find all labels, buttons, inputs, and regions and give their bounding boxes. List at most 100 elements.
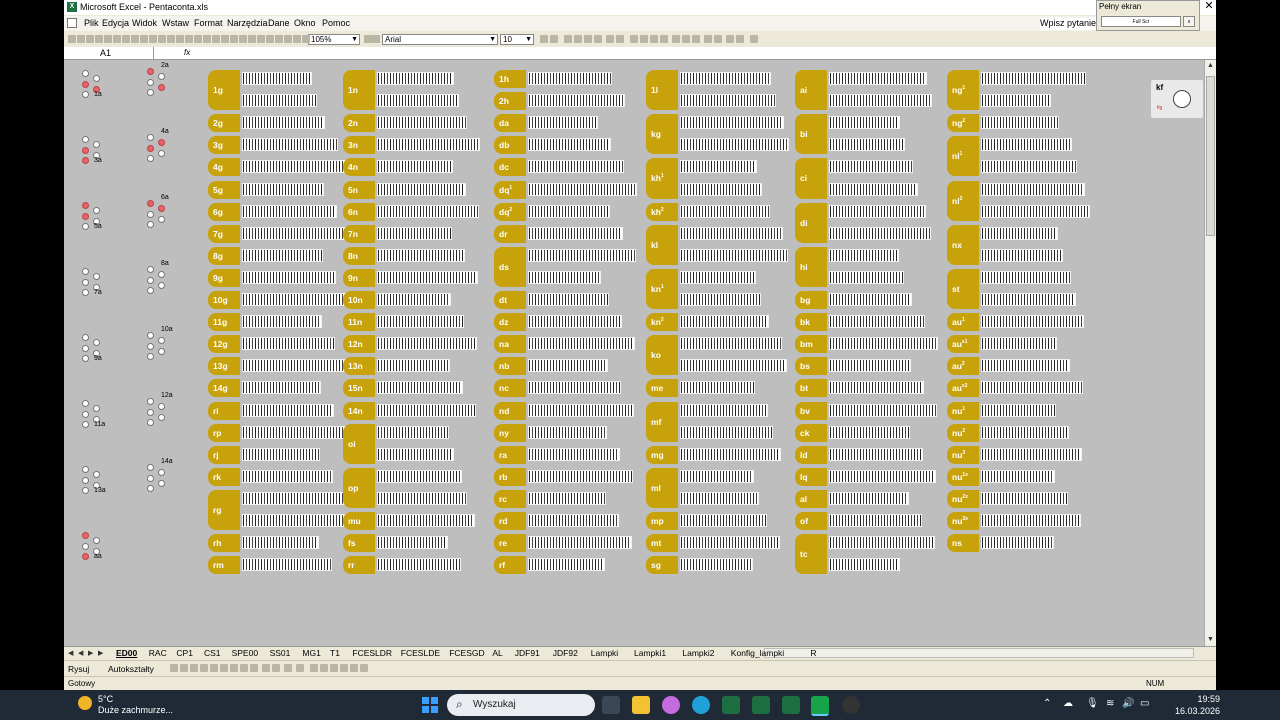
sheet-tab-al[interactable]: AL (492, 647, 502, 659)
route-button-2-16[interactable]: ra (494, 445, 526, 464)
sheet-tab-fcesldr[interactable]: FCESLDR (352, 647, 392, 659)
microphone-icon[interactable]: 🎙 (1086, 698, 1099, 709)
indicator-dot[interactable] (93, 339, 100, 347)
sheet-tab-t1[interactable]: T1 (330, 647, 340, 659)
route-button-5-13[interactable]: nu1x (947, 467, 979, 486)
toolbar-button-icon[interactable] (275, 35, 283, 43)
indicator-dot[interactable] (147, 474, 154, 482)
scroll-down-icon[interactable]: ▼ (1207, 636, 1214, 643)
route-button-5-8[interactable]: au2 (947, 357, 979, 376)
route-button-0-7[interactable]: 8g (208, 246, 240, 265)
toolbar-button-icon[interactable] (302, 35, 310, 43)
indicator-dot[interactable] (158, 281, 165, 289)
route-button-2-12[interactable]: nb (494, 357, 526, 376)
route-button-0-20[interactable]: rm (208, 556, 240, 575)
toolbar-button-icon[interactable] (131, 35, 139, 43)
zoom-combo[interactable]: 105% ▼ (308, 34, 360, 45)
route-button-4-15[interactable]: of (795, 512, 827, 531)
toolbar-button-icon[interactable] (616, 35, 624, 43)
drawing-tool-icon[interactable] (200, 664, 208, 672)
toolbar-button-icon[interactable] (630, 35, 638, 43)
route-button-3-5[interactable]: kn1 (646, 268, 678, 310)
toolbar-button-icon[interactable] (540, 35, 548, 43)
route-button-3-1[interactable]: kg (646, 114, 678, 155)
tab-prev-icon[interactable]: ◀ (78, 649, 83, 657)
indicator-dot[interactable] (158, 73, 165, 81)
drawing-tool-icon[interactable] (262, 664, 270, 672)
route-button-3-13[interactable]: mt (646, 534, 678, 553)
toolbar-button-icon[interactable] (682, 35, 690, 43)
indicator-dot[interactable] (82, 466, 89, 473)
indicator-dot[interactable] (158, 271, 165, 279)
route-button-0-0[interactable]: 1g (208, 70, 240, 111)
menu-1[interactable]: Edycja (102, 18, 129, 28)
drawing-tool-icon[interactable] (250, 664, 258, 672)
route-button-5-15[interactable]: nu3x (947, 512, 979, 531)
excel-app-icon-3[interactable] (782, 696, 800, 714)
route-button-2-17[interactable]: rb (494, 467, 526, 486)
fullscreen-close-button[interactable]: x (1183, 16, 1195, 27)
toolbar-button-icon[interactable] (122, 35, 130, 43)
drawing-tool-icon[interactable] (190, 664, 198, 672)
route-button-2-21[interactable]: rf (494, 556, 526, 575)
toolbar-button-icon[interactable] (68, 35, 76, 43)
indicator-dot[interactable] (82, 212, 89, 220)
route-button-0-8[interactable]: 9g (208, 268, 240, 287)
route-button-0-9[interactable]: 10g (208, 291, 240, 310)
sheet-tab-r[interactable]: R (810, 647, 816, 659)
toolbar-button-icon[interactable] (726, 35, 734, 43)
route-button-0-16[interactable]: rj (208, 445, 240, 464)
indicator-dot[interactable] (82, 80, 89, 88)
menu-7[interactable]: Okno (294, 18, 316, 28)
toolbar-button-icon[interactable] (584, 35, 592, 43)
toolbar-button-icon[interactable] (167, 35, 175, 43)
route-button-0-11[interactable]: 12g (208, 335, 240, 354)
indicator-dot[interactable] (93, 75, 100, 83)
indicator-dot[interactable] (147, 276, 154, 284)
toolbar-button-icon[interactable] (564, 35, 572, 43)
horizontal-scrollbar[interactable] (764, 648, 1194, 658)
indicator-dot[interactable] (147, 78, 154, 86)
route-button-2-7[interactable]: dr (494, 224, 526, 243)
drawing-tool-icon[interactable] (360, 664, 368, 672)
route-button-1-17[interactable]: mu (343, 512, 375, 531)
indicator-dot[interactable] (158, 413, 165, 421)
sheet-tab-ed00[interactable]: ED00 (116, 647, 137, 659)
route-button-0-12[interactable]: 13g (208, 357, 240, 376)
toolbar-button-icon[interactable] (672, 35, 680, 43)
route-button-2-3[interactable]: db (494, 136, 526, 155)
indicator-dot[interactable] (82, 421, 89, 428)
route-button-3-6[interactable]: kn2 (646, 313, 678, 332)
toolbar-button-icon[interactable] (750, 35, 758, 43)
menu-8[interactable]: Pomoc (322, 18, 350, 28)
taskbar-search[interactable]: ⌕ Wyszukaj (447, 694, 595, 716)
edge-icon[interactable] (692, 696, 710, 714)
indicator-dot[interactable] (82, 400, 89, 407)
route-button-4-10[interactable]: bv (795, 401, 827, 420)
tray-chevron-icon[interactable]: ⌃ (1043, 698, 1051, 709)
indicator-dot[interactable] (82, 146, 89, 154)
route-button-3-3[interactable]: kh2 (646, 202, 678, 221)
indicator-dot[interactable] (93, 537, 100, 545)
route-button-1-16[interactable]: op (343, 467, 375, 508)
route-button-0-4[interactable]: 5g (208, 180, 240, 199)
toolbar-button-icon[interactable] (230, 35, 238, 43)
sheet-tab-cs1[interactable]: CS1 (204, 647, 221, 659)
indicator-dot[interactable] (82, 334, 89, 341)
toolbar-button-icon[interactable] (364, 35, 372, 43)
drawing-tool-icon[interactable] (284, 664, 292, 672)
route-button-3-7[interactable]: ko (646, 335, 678, 376)
route-button-1-18[interactable]: fs (343, 534, 375, 553)
toolbar-button-icon[interactable] (77, 35, 85, 43)
route-button-0-3[interactable]: 4g (208, 158, 240, 177)
drawing-tool-icon[interactable] (310, 664, 318, 672)
route-button-1-12[interactable]: 13n (343, 357, 375, 376)
route-button-4-9[interactable]: bt (795, 379, 827, 398)
indicator-dot[interactable] (82, 223, 89, 230)
route-button-2-0[interactable]: 1h (494, 70, 526, 89)
route-button-4-1[interactable]: bi (795, 114, 827, 155)
help-question-box[interactable]: Wpisz pytanie (1040, 18, 1104, 30)
tab-next-icon[interactable]: ▶ (88, 649, 93, 657)
sheet-tab-jdf92[interactable]: JDF92 (553, 647, 578, 659)
toolbar-button-icon[interactable] (704, 35, 712, 43)
